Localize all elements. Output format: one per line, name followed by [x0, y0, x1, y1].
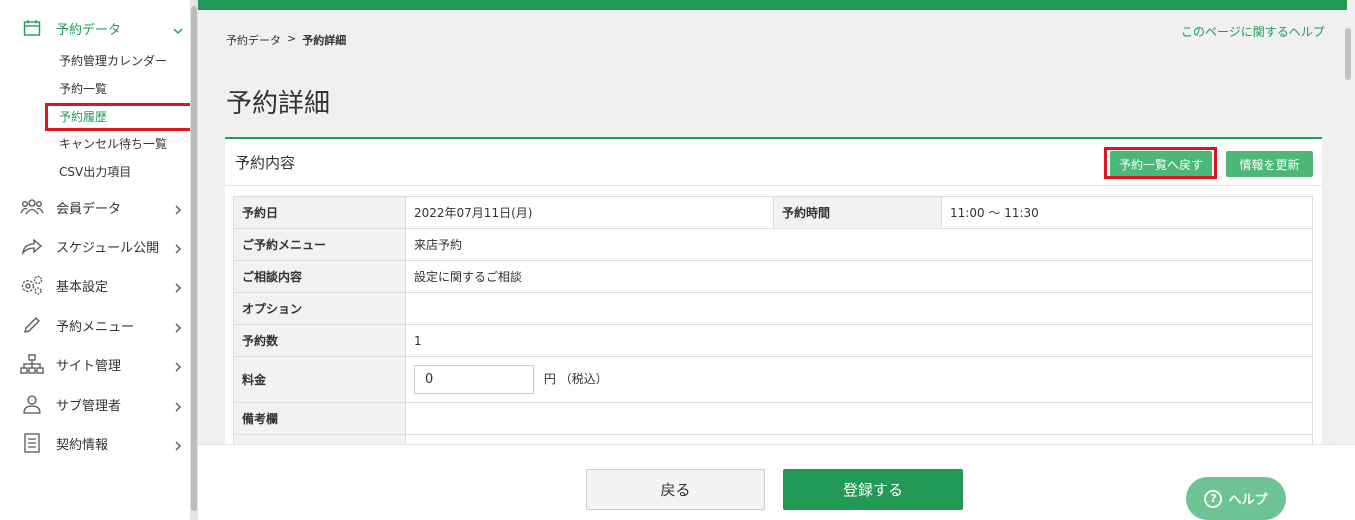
page-help-link[interactable]: このページに関するヘルプ	[1181, 23, 1325, 40]
option-label: オプション	[233, 292, 406, 325]
footer-bar	[198, 444, 1355, 520]
reservation-detail-table: 予約日 2022年07月11日(月) 予約時間 11:00 ～ 11:30 ご予…	[233, 196, 1313, 467]
table-row: 予約日 2022年07月11日(月) 予約時間 11:00 ～ 11:30	[233, 196, 1313, 229]
sidebar-item-label: 予約データ	[56, 22, 122, 38]
highlight-box	[1104, 147, 1217, 179]
sidebar-item-schedule[interactable]: スケジュール公開	[0, 227, 190, 265]
sidebar-subitem-csv[interactable]: CSV出力項目	[59, 163, 131, 181]
sidebar-item-label: 予約メニュー	[56, 319, 135, 335]
chevron-down-icon	[172, 22, 184, 34]
sidebar-item-label: 会員データ	[56, 201, 122, 217]
chevron-right-icon	[172, 319, 184, 333]
sidebar-scrollbar-thumb[interactable]	[191, 6, 197, 511]
option-value	[405, 292, 1313, 325]
page-title: 予約詳細	[226, 89, 331, 119]
consult-value: 設定に関するご相談	[405, 260, 1313, 293]
breadcrumb-current: 予約詳細	[302, 34, 347, 47]
chevron-right-icon	[172, 437, 184, 451]
back-button[interactable]: 戻る	[586, 469, 765, 510]
sidebar-item-menu[interactable]: 予約メニュー	[0, 306, 190, 344]
sidebar-item-sub-admin[interactable]: サブ管理者	[0, 385, 190, 423]
submit-button[interactable]: 登録する	[783, 469, 963, 510]
time-label: 予約時間	[773, 196, 942, 229]
sidebar-item-label: サイト管理	[56, 358, 122, 374]
person-icon	[20, 392, 44, 416]
table-row: ご予約メニュー 来店予約	[233, 228, 1313, 261]
breadcrumb-separator: >	[287, 32, 297, 45]
sidebar-subitem-waitlist[interactable]: キャンセル待ち一覧	[59, 135, 167, 153]
pencil-icon	[20, 313, 44, 337]
breadcrumb-parent[interactable]: 予約データ	[226, 32, 281, 48]
update-info-button[interactable]: 情報を更新	[1226, 151, 1313, 177]
sidebar-item-contract[interactable]: 契約情報	[0, 424, 190, 462]
menu-value: 来店予約	[405, 228, 1313, 261]
date-value: 2022年07月11日(月)	[405, 196, 774, 229]
chevron-right-icon	[172, 398, 184, 412]
top-accent-bar	[198, 0, 1347, 10]
table-row: 料金 円 （税込）	[233, 356, 1313, 403]
sitemap-icon	[20, 352, 44, 376]
memo-value	[405, 402, 1313, 435]
chevron-right-icon	[172, 240, 184, 254]
sidebar-item-site[interactable]: サイト管理	[0, 345, 190, 383]
sidebar-subitem-list[interactable]: 予約一覧	[59, 80, 107, 98]
sidebar-item-label: 基本設定	[56, 279, 109, 295]
price-input[interactable]	[414, 365, 534, 394]
sidebar-item-reservation-data[interactable]: 予約データ	[0, 8, 190, 48]
table-row: 備考欄	[233, 402, 1313, 435]
reservation-panel: 予約内容 予約一覧へ戻す 情報を更新 予約日 2022年07月11日(月) 予約…	[225, 137, 1322, 467]
menu-label: ご予約メニュー	[233, 228, 406, 261]
sidebar-item-settings[interactable]: 基本設定	[0, 266, 190, 304]
document-icon	[20, 431, 44, 455]
sidebar-item-label: スケジュール公開	[56, 240, 160, 256]
sidebar-item-label: 契約情報	[56, 437, 109, 453]
date-label: 予約日	[233, 196, 406, 229]
count-label: 予約数	[233, 324, 406, 357]
help-button[interactable]: ? ヘルプ	[1186, 477, 1286, 520]
highlight-box	[45, 103, 194, 131]
calendar-icon	[20, 16, 44, 40]
sidebar-subitem-calendar[interactable]: 予約管理カレンダー	[59, 52, 167, 70]
users-icon	[20, 195, 44, 219]
chevron-right-icon	[172, 279, 184, 293]
table-row: ご相談内容 設定に関するご相談	[233, 260, 1313, 293]
price-unit: 円 （税込）	[543, 372, 608, 386]
sidebar: 予約データ 予約管理カレンダー 予約一覧 予約履歴 キャンセル待ち一覧 CSV出…	[0, 0, 194, 520]
table-row: 予約数 1	[233, 324, 1313, 357]
panel-title: 予約内容	[235, 154, 296, 172]
sidebar-item-members[interactable]: 会員データ	[0, 188, 190, 226]
price-cell: 円 （税込）	[405, 356, 1313, 403]
main-scrollbar-thumb[interactable]	[1345, 28, 1351, 80]
share-icon	[20, 234, 44, 258]
gears-icon	[20, 273, 44, 297]
chevron-right-icon	[172, 358, 184, 372]
help-button-label: ヘルプ	[1228, 493, 1268, 508]
breadcrumb: 予約データ > 予約詳細	[226, 32, 346, 48]
consult-label: ご相談内容	[233, 260, 406, 293]
chevron-right-icon	[172, 201, 184, 215]
time-value: 11:00 ～ 11:30	[941, 196, 1313, 229]
table-row: オプション	[233, 292, 1313, 325]
price-label: 料金	[233, 356, 406, 403]
memo-label: 備考欄	[233, 402, 406, 435]
panel-divider	[225, 185, 1322, 186]
question-icon: ?	[1204, 489, 1223, 508]
sidebar-item-label: サブ管理者	[56, 398, 122, 414]
count-value: 1	[405, 324, 1313, 357]
